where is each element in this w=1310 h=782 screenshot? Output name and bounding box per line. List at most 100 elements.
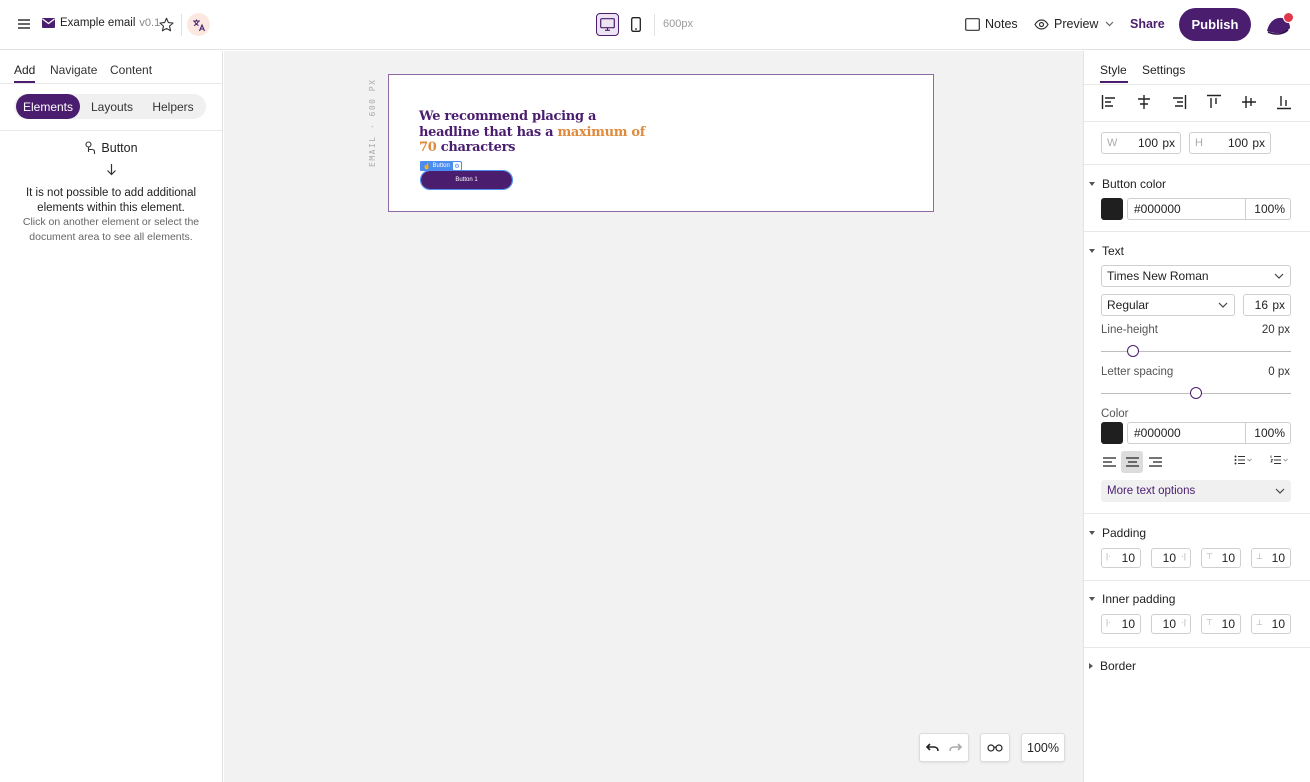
selection-tag-label: Button <box>432 163 450 169</box>
arrow-down-icon <box>0 163 222 176</box>
height-field[interactable]: H 100 px <box>1189 132 1271 154</box>
email-width-label: EMAIL · 600 PX <box>368 78 377 167</box>
menu-icon[interactable] <box>14 14 34 34</box>
align-top-icon[interactable] <box>1206 94 1222 113</box>
preview-label: Preview <box>1054 17 1099 31</box>
align-center-icon[interactable] <box>1136 94 1152 113</box>
preview-button[interactable]: Preview <box>1034 17 1114 31</box>
redo-icon[interactable] <box>948 742 962 753</box>
padding-top-icon: ⊤ <box>1206 618 1213 627</box>
text-section-title: Text <box>1102 244 1125 258</box>
inner-padding-section-toggle[interactable]: Inner padding <box>1089 592 1175 606</box>
align-bottom-icon[interactable] <box>1276 94 1292 113</box>
text-align-right-icon[interactable] <box>1147 454 1163 470</box>
tab-content[interactable]: Content <box>110 63 152 77</box>
padding-title: Padding <box>1102 526 1147 540</box>
font-weight-value: Regular <box>1107 298 1150 312</box>
tab-style[interactable]: Style <box>1100 63 1127 77</box>
share-button[interactable]: Share <box>1130 17 1165 31</box>
tab-navigate[interactable]: Navigate <box>50 63 97 77</box>
inner-padding-left-value: 10 <box>1121 617 1135 631</box>
publish-button[interactable]: Publish <box>1179 8 1251 41</box>
tab-settings[interactable]: Settings <box>1142 63 1185 77</box>
star-icon[interactable] <box>157 15 175 33</box>
text-align-left-icon[interactable] <box>1101 454 1117 470</box>
inner-padding-top-input[interactable]: ⊤ 10 <box>1201 614 1241 634</box>
zoom-level[interactable]: 100% <box>1021 733 1065 762</box>
button-color-swatch[interactable] <box>1101 198 1123 220</box>
letter-spacing-label: Letter spacing <box>1101 366 1174 378</box>
padding-left-input[interactable]: |· 10 <box>1101 548 1141 568</box>
selected-element-heading: Button <box>0 141 222 155</box>
button-color-section-toggle[interactable]: Button color <box>1089 177 1166 191</box>
segment-helpers[interactable]: Helpers <box>144 94 202 119</box>
active-tab-underline <box>1100 81 1128 83</box>
text-color-opacity-input[interactable]: 100% <box>1245 422 1291 444</box>
text-color-swatch[interactable] <box>1101 422 1123 444</box>
more-text-options-button[interactable]: More text options <box>1101 480 1291 502</box>
inner-padding-title: Inner padding <box>1102 592 1176 606</box>
width-unit: px <box>1162 136 1175 150</box>
width-field[interactable]: W 100 px <box>1101 132 1181 154</box>
mobile-view-icon[interactable] <box>627 13 645 36</box>
divider <box>1084 121 1310 122</box>
font-family-value: Times New Roman <box>1107 269 1209 283</box>
numbered-list-icon[interactable] <box>1270 455 1288 465</box>
align-left-icon[interactable] <box>1101 94 1117 113</box>
padding-top-input[interactable]: ⊤ 10 <box>1201 548 1241 568</box>
line-height-label: Line-height <box>1101 324 1158 336</box>
align-right-icon[interactable] <box>1171 94 1187 113</box>
divider <box>1084 513 1310 514</box>
segment-layouts[interactable]: Layouts <box>84 94 140 119</box>
more-text-options-label: More text options <box>1107 485 1196 497</box>
translate-icon[interactable] <box>187 13 210 36</box>
notes-button[interactable]: Notes <box>965 17 1018 31</box>
chevron-down-icon <box>1105 21 1114 27</box>
font-size-input[interactable]: 16 px <box>1243 294 1291 316</box>
email-headline[interactable]: We recommend placing a headline that has… <box>419 109 659 156</box>
document-title: Example email <box>60 17 136 29</box>
text-align-center-icon[interactable] <box>1121 451 1143 473</box>
right-panel: Style Settings W 100 px H 100 px Button … <box>1083 51 1310 782</box>
left-tabs: Add Navigate Content <box>0 51 222 84</box>
font-weight-select[interactable]: Regular <box>1101 294 1235 316</box>
user-avatar[interactable] <box>1264 11 1294 39</box>
padding-section-toggle[interactable]: Padding <box>1089 526 1146 540</box>
font-family-select[interactable]: Times New Roman <box>1101 265 1291 287</box>
text-color-hex-input[interactable]: #000000 <box>1127 422 1246 444</box>
inner-padding-right-input[interactable]: 10 ·| <box>1151 614 1191 634</box>
button-color-opacity-input[interactable]: 100% <box>1245 198 1291 220</box>
inner-padding-bottom-input[interactable]: ⊥ 10 <box>1251 614 1291 634</box>
email-button[interactable]: Button 1 <box>420 170 513 190</box>
letter-spacing-slider-thumb[interactable] <box>1190 387 1202 399</box>
height-unit: px <box>1252 136 1265 150</box>
padding-right-input[interactable]: 10 ·| <box>1151 548 1191 568</box>
button-color-hex-input[interactable]: #000000 <box>1127 198 1246 220</box>
divider <box>654 14 655 36</box>
bullet-list-icon[interactable] <box>1234 455 1252 465</box>
glasses-icon[interactable] <box>980 733 1010 762</box>
padding-bottom-icon: ⊥ <box>1256 618 1263 627</box>
left-panel: Add Navigate Content Elements Layouts He… <box>0 51 223 782</box>
text-section-toggle[interactable]: Text <box>1089 244 1124 258</box>
divider <box>181 14 182 36</box>
chevron-down-icon <box>1218 302 1228 308</box>
align-middle-icon[interactable] <box>1241 94 1257 113</box>
touch-icon <box>84 141 97 155</box>
padding-bottom-input[interactable]: ⊥ 10 <box>1251 548 1291 568</box>
top-bar: Example email v0.1 600px Notes Preview S… <box>0 0 1310 50</box>
notes-label: Notes <box>985 17 1018 31</box>
inner-padding-left-input[interactable]: |· 10 <box>1101 614 1141 634</box>
segment-elements[interactable]: Elements <box>16 94 80 119</box>
desktop-view-icon[interactable] <box>596 13 619 36</box>
undo-icon[interactable] <box>926 742 940 753</box>
mail-icon <box>42 18 55 28</box>
gear-icon[interactable]: ⚙ <box>452 161 462 171</box>
width-value: 100 <box>1137 136 1158 150</box>
line-height-slider-thumb[interactable] <box>1127 345 1140 357</box>
button-color-title: Button color <box>1102 177 1167 191</box>
letter-spacing-value: 0 px <box>1268 366 1290 378</box>
border-section-toggle[interactable]: Border <box>1089 659 1136 673</box>
document-title-group[interactable]: Example email v0.1 <box>42 17 160 29</box>
tab-add[interactable]: Add <box>14 63 35 77</box>
